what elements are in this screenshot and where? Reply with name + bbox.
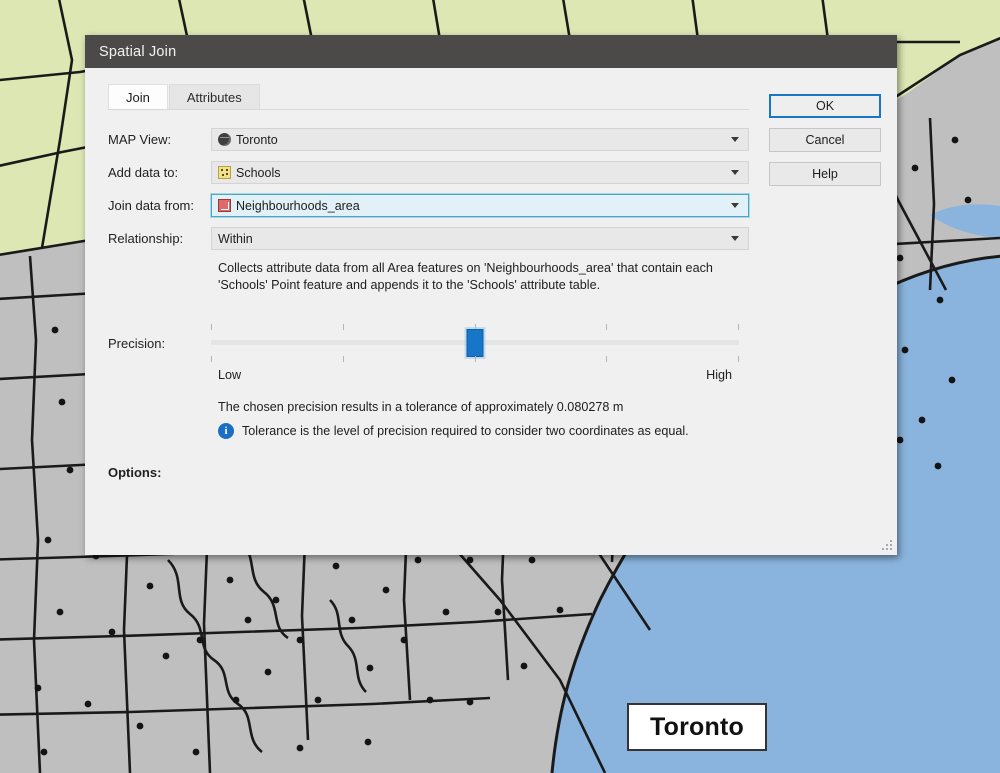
dialog-body: Join Attributes MAP View: Toronto [85,68,897,555]
slider-tick [475,356,476,362]
dialog-titlebar[interactable]: Spatial Join [85,35,897,68]
slider-tick [606,324,607,330]
chevron-down-icon[interactable] [731,137,739,142]
options-row: Options: [101,465,749,480]
add-data-to-label: Add data to: [101,165,211,180]
tab-join[interactable]: Join [108,84,168,109]
slider-tick [343,356,344,362]
help-button[interactable]: Help [769,162,881,186]
map-view-value: Toronto [236,133,731,147]
join-data-from-label: Join data from: [101,198,211,213]
add-data-to-combobox[interactable]: Schools [211,161,749,184]
tab-attributes-label: Attributes [187,90,242,105]
resize-grip-icon[interactable] [881,539,893,551]
globe-icon [218,133,231,146]
slider-scale-labels: Low High [211,368,749,382]
map-city-label: Toronto [627,703,767,751]
tolerance-info-line: i Tolerance is the level of precision re… [211,423,749,439]
form-row-join-data-from: Join data from: Neighbourhoods_area [101,194,749,217]
tab-attributes[interactable]: Attributes [169,84,260,109]
map-city-label-text: Toronto [650,713,744,742]
relationship-combobox[interactable]: Within [211,227,749,250]
slider-tick [738,356,739,362]
join-data-from-combobox[interactable]: Neighbourhoods_area [211,194,749,217]
slider-thumb[interactable] [467,329,484,357]
precision-label: Precision: [101,336,211,351]
slider-tick [211,324,212,330]
join-data-from-value: Neighbourhoods_area [236,199,731,213]
tab-join-label: Join [126,90,150,105]
application-window: Toronto Spatial Join Join Attributes [0,0,1000,773]
relationship-value: Within [218,232,731,246]
chevron-down-icon[interactable] [731,203,739,208]
options-label: Options: [101,465,211,480]
precision-slider[interactable] [211,320,739,366]
relationship-description: Collects attribute data from all Area fe… [211,260,749,294]
cancel-button[interactable]: Cancel [769,128,881,152]
dialog-content-column: Join Attributes MAP View: Toronto [101,84,749,541]
form-row-add-data-to: Add data to: Schools [101,161,749,184]
slider-tick [211,356,212,362]
form-row-relationship: Relationship: Within [101,227,749,250]
tolerance-info-text: Tolerance is the level of precision requ… [242,424,689,438]
chevron-down-icon[interactable] [731,170,739,175]
slider-low-label: Low [218,368,241,382]
add-data-to-value: Schools [236,166,731,180]
relationship-label: Relationship: [101,231,211,246]
tab-strip: Join Attributes [108,84,749,110]
dialog-button-column: OK Cancel Help [769,84,881,541]
slider-high-label: High [706,368,732,382]
point-layer-icon [218,166,231,179]
map-view-label: MAP View: [101,132,211,147]
tab-panel-join: MAP View: Toronto Add data to: Schools [101,110,749,480]
cancel-button-label: Cancel [806,133,845,147]
slider-ticks-bottom [211,356,739,362]
map-view-combobox[interactable]: Toronto [211,128,749,151]
info-icon: i [218,423,234,439]
slider-tick [606,356,607,362]
area-layer-icon [218,199,231,212]
spatial-join-dialog[interactable]: Spatial Join Join Attributes MAP View: [85,35,897,555]
slider-tick [738,324,739,330]
help-button-label: Help [812,167,838,181]
chevron-down-icon[interactable] [731,236,739,241]
ok-button[interactable]: OK [769,94,881,118]
dialog-title: Spatial Join [99,44,176,60]
precision-row: Precision: [101,320,749,366]
form-row-map-view: MAP View: Toronto [101,128,749,151]
ok-button-label: OK [816,99,834,113]
tolerance-text: The chosen precision results in a tolera… [211,400,749,414]
slider-tick [343,324,344,330]
